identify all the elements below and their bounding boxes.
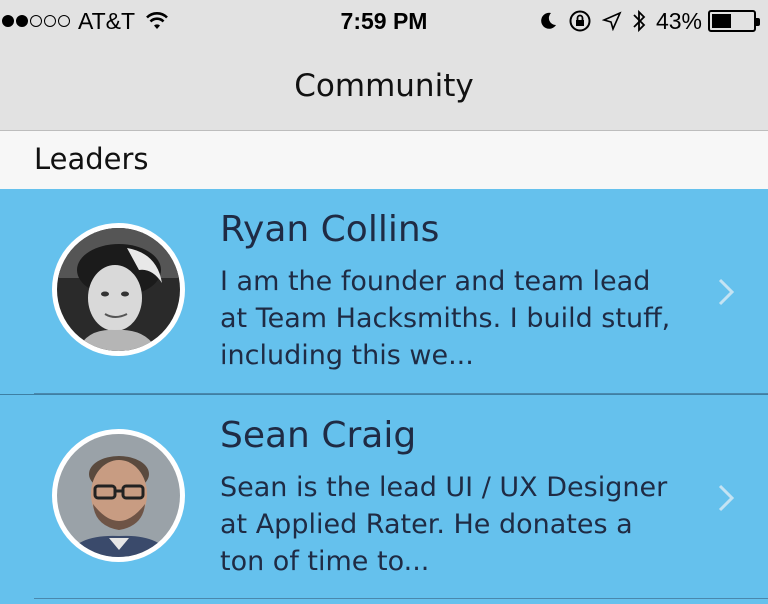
- avatar: [52, 223, 185, 356]
- avatar-photo: [57, 434, 180, 557]
- row-divider: [34, 598, 768, 599]
- rotation-lock-icon: [569, 10, 591, 32]
- status-right: 43%: [528, 7, 760, 34]
- leaders-list: Ryan Collins I am the founder and team l…: [0, 189, 768, 599]
- location-arrow-icon: [601, 11, 622, 31]
- list-item[interactable]: Ryan Collins I am the founder and team l…: [0, 189, 768, 394]
- leader-name: Ryan Collins: [220, 209, 440, 250]
- moon-icon: [541, 12, 556, 29]
- chevron-right-icon: [718, 484, 735, 512]
- list-item[interactable]: Sean Craig Sean is the lead UI / UX Desi…: [0, 394, 768, 599]
- battery-percent: 43%: [655, 7, 702, 34]
- section-title: Leaders: [34, 142, 149, 176]
- battery-icon: [708, 10, 760, 32]
- leader-bio: I am the founder and team lead at Team H…: [220, 266, 671, 371]
- avatar: [52, 429, 185, 562]
- leader-name: Sean Craig: [220, 415, 417, 456]
- bluetooth-icon: [633, 9, 646, 33]
- avatar-photo: [57, 228, 180, 351]
- leader-bio: Sean is the lead UI / UX Designer at App…: [220, 472, 668, 577]
- status-bar: AT&T 7:59 PM 43%: [0, 0, 768, 44]
- page-title: Community: [294, 68, 474, 104]
- section-header: Leaders: [0, 131, 768, 189]
- navigation-bar: Community: [0, 44, 768, 131]
- chevron-right-icon: [718, 278, 735, 306]
